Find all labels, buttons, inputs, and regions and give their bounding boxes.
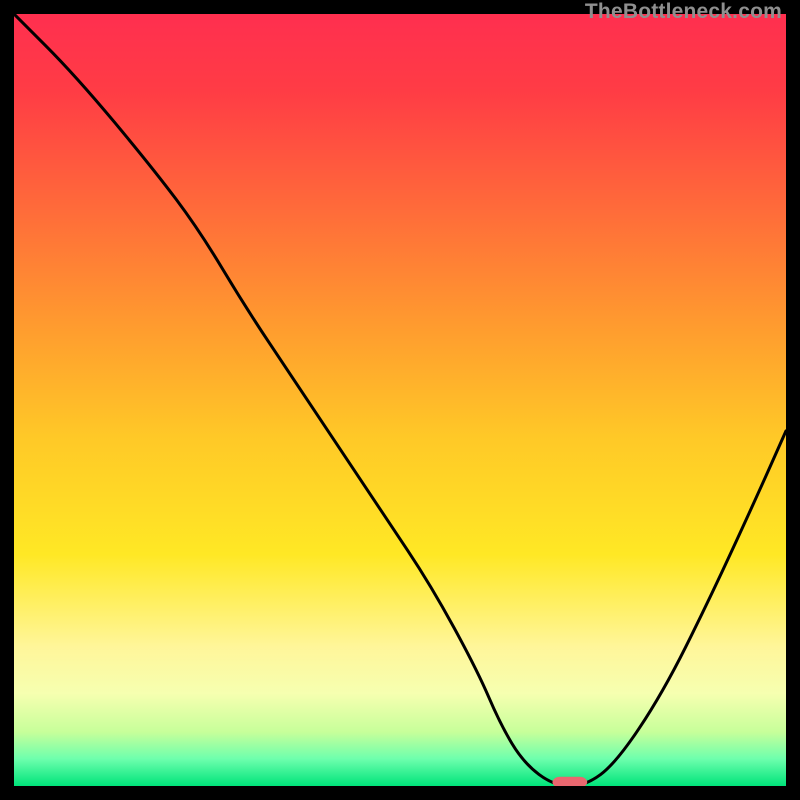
bottleneck-chart <box>14 14 786 786</box>
optimal-marker <box>552 777 587 786</box>
gradient-background <box>14 14 786 786</box>
chart-frame <box>14 14 786 786</box>
watermark-text: TheBottleneck.com <box>585 0 782 24</box>
